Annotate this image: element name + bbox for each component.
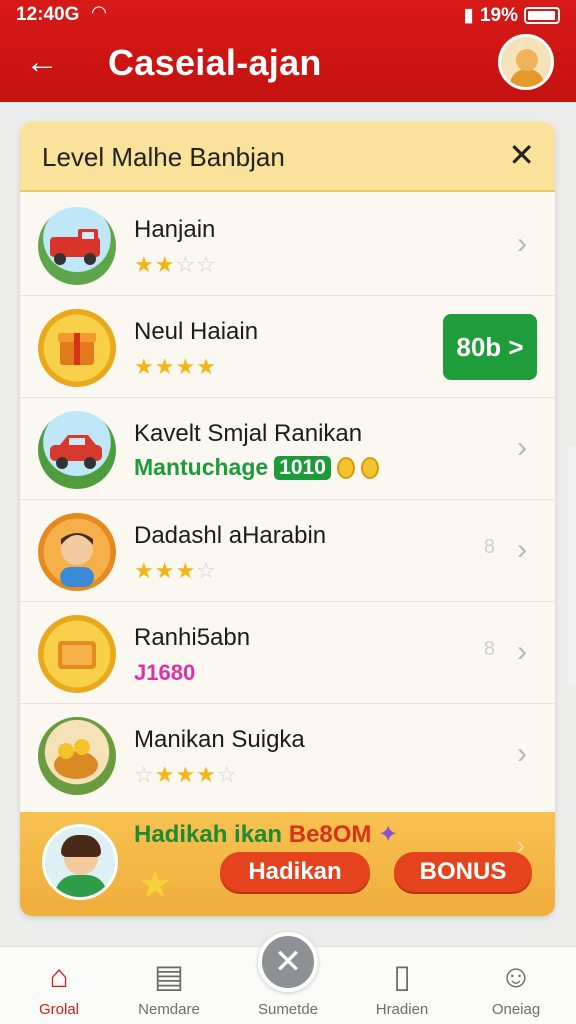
avatar-shirt-shape [55,875,107,897]
item-title: Neul Haiain [134,318,259,345]
item-value: J1680 [134,660,196,685]
wifi-icon: ◠ [92,2,106,22]
bonus-title-accent: Be8OM [288,821,372,848]
car-icon [38,411,116,489]
gem-icon: ✦ [378,821,399,848]
nav-label: Nemdare [138,1001,200,1018]
status-right: ▮ 19% [463,4,560,27]
list-item[interactable]: Hanjain ★★☆☆ › [20,194,555,296]
avatar-hair-shape [61,835,101,857]
avatar-body-shape [510,69,544,87]
star-rating: ★★★☆ [134,558,217,583]
nav-label: Oneiag [491,1001,541,1018]
close-icon[interactable]: ✕ [508,138,535,172]
item-title: Ranhi5abn [134,624,251,651]
user-icon: ☺ [499,958,533,994]
coin-icon [336,456,355,479]
status-time: 12:40G [16,4,80,25]
signal-icon: ▮ [463,5,474,26]
card-title: Level Malhe Banbjan [42,142,285,172]
star-rating: ☆★★★☆ [134,762,238,787]
chevron-right-icon: › [517,227,527,260]
list-item[interactable]: Kavelt Smjal Ranikan Mantuchage 1010 › [20,398,555,500]
level-card: Level Malhe Banbjan ✕ Hanjain ★★☆☆ › Neu… [20,122,555,916]
item-title: Dadashl aHarabin [134,522,327,549]
nav-label: Sumetde [257,1001,319,1018]
page-title: Caseial-ajan [108,42,322,83]
scroll-handle[interactable] [568,446,576,686]
claim-button[interactable]: 80b > [443,314,537,380]
hadikan-button[interactable]: Hadikan [220,852,370,892]
coin-icon [360,456,379,479]
bonus-button[interactable]: BONUS [394,852,532,892]
chevron-right-icon: › [517,635,527,668]
list-item[interactable]: Neul Haiain ★★★★ 80b > [20,296,555,398]
fire-truck-icon [38,207,116,285]
phone-icon: ▯ [393,958,411,994]
item-badge: 1010 [274,455,331,480]
gift-coin-icon [38,309,116,387]
chevron-right-icon: › [517,431,527,464]
item-title: Hanjain [134,216,216,243]
bonus-banner: ★ Hadikah ikan Be8OM ✦ › Hadikan BONUS [20,812,555,916]
bonus-title-main: Hadikah ikan [134,821,283,848]
avatar-face-shape [516,49,538,71]
nav-item-news[interactable]: ▤ Nemdare [119,957,219,1018]
boy-avatar-icon [38,513,116,591]
news-icon: ▤ [153,958,185,994]
list-item[interactable]: Manikan Suigka ☆★★★☆ › [20,704,555,806]
star-icon: ★ [138,864,173,906]
list-item[interactable]: Ranhi5abn J1680 8 › [20,602,555,704]
item-side-number: 8 [483,638,495,660]
item-title: Manikan Suigka [134,726,305,753]
app-header: 12:40G ◠ ▮ 19% ← Caseial-ajan [0,0,576,102]
bonus-title: Hadikah ikan Be8OM ✦ [134,820,398,849]
star-rating: ★★★★ [134,354,217,379]
nav-label: Grolal [38,1001,79,1018]
item-title: Kavelt Smjal Ranikan [134,420,363,447]
chevron-right-icon: › [517,737,527,770]
profile-avatar[interactable] [498,34,554,90]
item-side-number: 8 [483,536,495,558]
chevron-right-icon: › [517,533,527,566]
battery-percent: 19% [479,4,518,26]
nav-item-phone[interactable]: ▯ Hradien [352,957,452,1018]
item-subtitle-text: Mantuchage [134,454,269,480]
battery-icon [524,7,560,24]
close-circle-icon[interactable]: ✕ [258,932,318,992]
status-bar: 12:40G ◠ ▮ 19% [0,0,576,30]
bonus-avatar [42,824,118,900]
treasure-coin-icon [38,615,116,693]
list-item[interactable]: Dadashl aHarabin ★★★☆ 8 › [20,500,555,602]
nav-item-home[interactable]: ⌂ Grolal [9,957,109,1018]
nav-label: Hradien [375,1001,429,1018]
coins-pot-icon [38,717,116,795]
star-rating: ★★☆☆ [134,252,217,277]
item-subtitle: Mantuchage 1010 [134,454,379,481]
card-header: Level Malhe Banbjan ✕ [20,122,555,192]
nav-item-profile[interactable]: ☺ Oneiag [466,957,566,1018]
back-arrow-icon[interactable]: ← [24,44,60,80]
home-icon: ⌂ [49,958,69,994]
